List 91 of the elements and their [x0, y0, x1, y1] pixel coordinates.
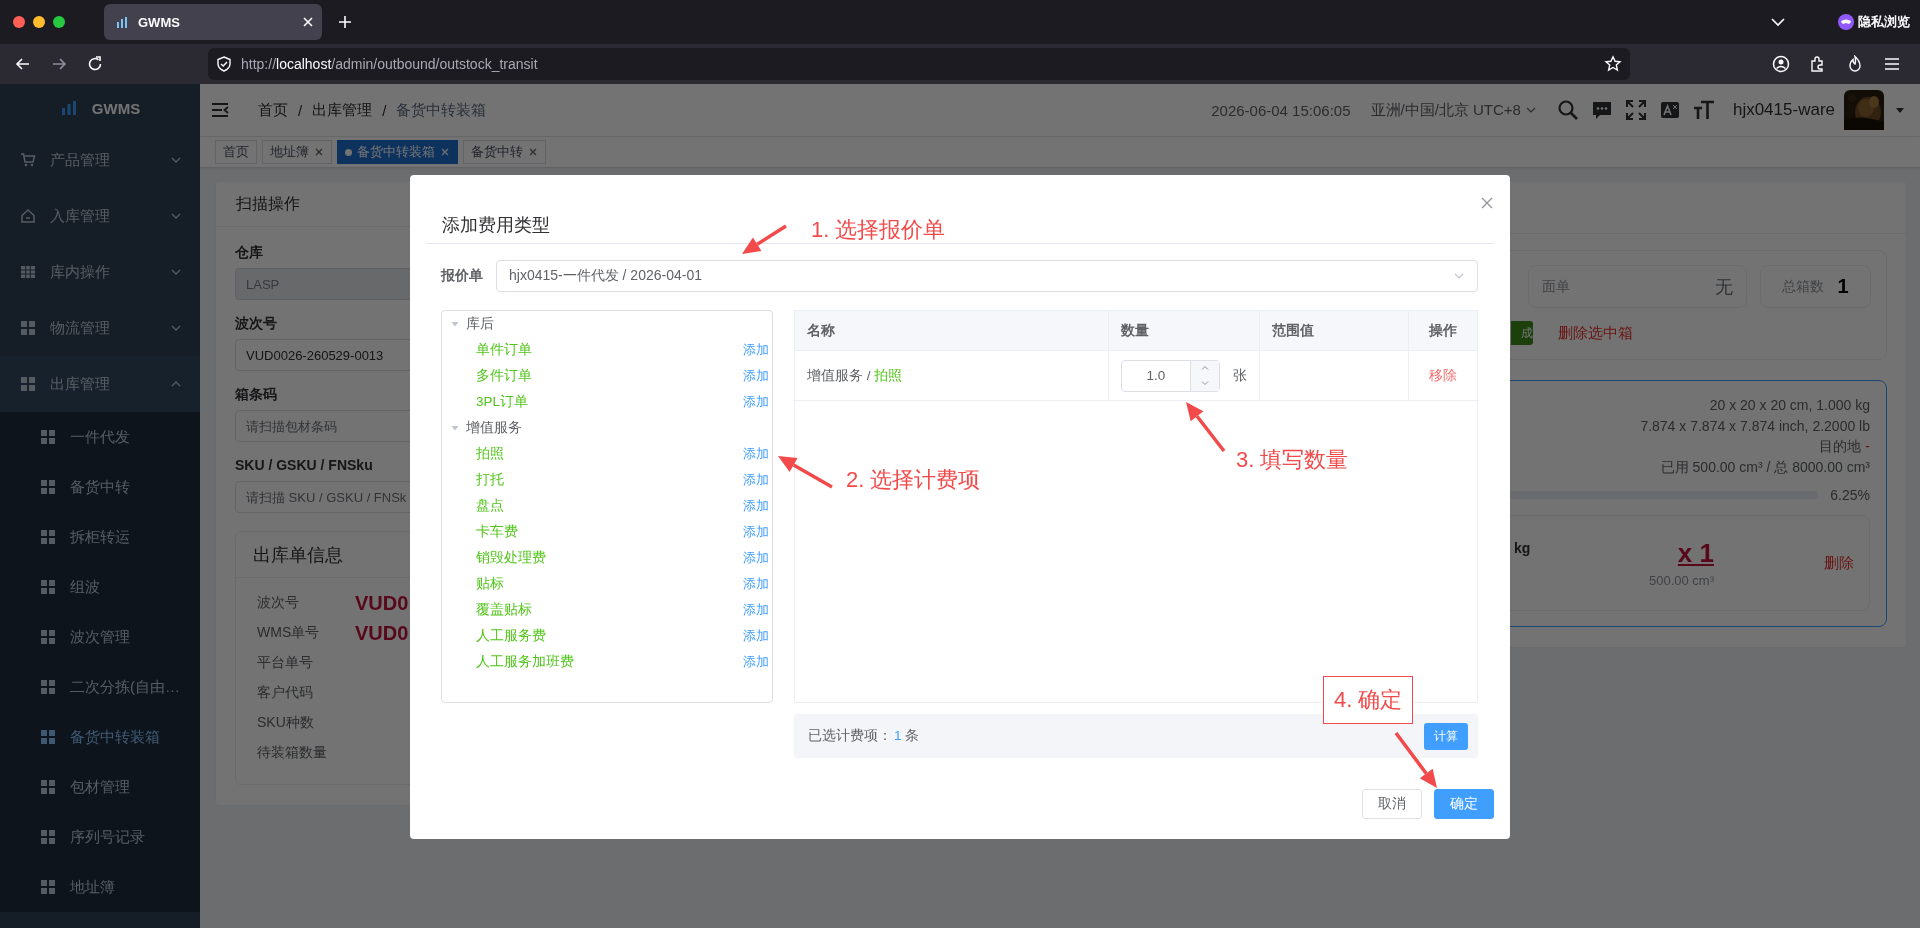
info-value: VUD0 — [355, 591, 409, 615]
add-link[interactable]: 添加 — [743, 601, 769, 619]
summary-text: 已选计费项：1 条 — [808, 727, 920, 745]
destination: 目的地 - — [1818, 437, 1870, 456]
info-label: 客户代码 — [257, 684, 314, 702]
complete-button[interactable]: 成 — [1511, 321, 1533, 345]
add-link[interactable]: 添加 — [743, 341, 769, 359]
menu-item[interactable]: 波次管理 — [0, 612, 200, 662]
table-cell: 增值服务 / 拍照 — [795, 351, 1109, 400]
add-link[interactable]: 添加 — [743, 627, 769, 645]
add-link[interactable]: 添加 — [743, 653, 769, 671]
column-header: 范围值 — [1260, 311, 1409, 350]
cancel-button[interactable]: 取消 — [1362, 789, 1422, 819]
info-value: VUD0 — [355, 621, 409, 645]
tab[interactable]: 备货中转 — [463, 140, 546, 164]
field-label: 箱条码 — [235, 385, 277, 403]
tree-node[interactable]: 销毁处理费 — [476, 549, 546, 567]
add-link[interactable]: 添加 — [743, 367, 769, 385]
quantity-value[interactable]: x 1 — [1677, 538, 1714, 569]
add-link[interactable]: 添加 — [743, 549, 769, 567]
tree-node[interactable]: 库后 — [442, 311, 772, 337]
add-link[interactable]: 添加 — [743, 393, 769, 411]
tree-node[interactable]: 增值服务 — [442, 415, 772, 441]
column-header: 数量 — [1109, 311, 1260, 350]
add-link[interactable]: 添加 — [743, 575, 769, 593]
add-link[interactable]: 添加 — [743, 523, 769, 541]
info-label: 平台单号 — [257, 654, 314, 672]
menu-item[interactable]: 备货中转 — [0, 462, 200, 512]
delete-link[interactable]: 删除 — [1824, 553, 1854, 573]
unit-label: 张 — [1233, 366, 1247, 385]
breadcrumb-item[interactable]: 首页 — [258, 100, 288, 120]
menu-item[interactable]: 序列号记录 — [0, 812, 200, 862]
user-name[interactable]: hjx0415-ware — [1732, 100, 1835, 120]
box-spec: 20 x 20 x 20 cm, 1.000 kg — [1708, 396, 1870, 415]
tree-node[interactable]: 人工服务加班费 — [476, 653, 574, 671]
column-header: 操作 — [1428, 321, 1458, 340]
tab[interactable]: 首页 — [215, 140, 257, 164]
menu-item[interactable]: 二次分拣(自由… — [0, 662, 200, 712]
info-label: 波次号 — [257, 594, 300, 612]
breadcrumb-separator: / — [382, 101, 387, 119]
tree-node[interactable]: 多件订单 — [476, 367, 532, 385]
add-link[interactable]: 添加 — [743, 445, 769, 463]
field-label: 报价单 — [441, 267, 484, 285]
box-spec: 7.874 x 7.874 x 7.874 inch, 2.2000 lb — [1639, 416, 1870, 436]
menu-item[interactable]: 库内操作 — [0, 244, 200, 300]
annotation-label: 2. 选择计费项 — [846, 466, 981, 494]
calculate-button[interactable]: 计算 — [1424, 722, 1468, 750]
address-bar[interactable]: http://localhost/admin/outbound/outstock_transit — [208, 48, 1630, 80]
add-link[interactable]: 添加 — [743, 497, 769, 515]
quote-select[interactable]: hjx0415-一件代发 / 2026-04-01 — [496, 260, 1478, 292]
weight-label: kg — [1514, 540, 1531, 556]
menu-item[interactable]: 拆柜转运 — [0, 512, 200, 562]
tab[interactable]: 地址簿 — [262, 140, 332, 164]
percent-label: 6.25% — [1830, 487, 1870, 503]
annotation-label: 1. 选择报价单 — [811, 216, 946, 244]
tree-node[interactable]: 3PL订单 — [476, 393, 529, 411]
add-link[interactable]: 添加 — [743, 471, 769, 489]
menu-item[interactable]: 备货中转装箱 — [0, 712, 200, 762]
menu-item[interactable]: 地址簿 — [0, 862, 200, 912]
field-value: 1 — [1837, 275, 1849, 298]
volume-usage: 已用 500.00 cm³ / 总 8000.00 cm³ — [1659, 457, 1870, 477]
field-value: 无 — [1715, 275, 1733, 299]
tree-node[interactable]: 拍照 — [476, 445, 504, 463]
tree-node[interactable]: 覆盖贴标 — [476, 601, 532, 619]
info-label: SKU种数 — [257, 714, 315, 732]
breadcrumb-separator: / — [298, 101, 303, 119]
menu-item[interactable]: 组波 — [0, 562, 200, 612]
browser-tab[interactable]: GWMS — [104, 4, 322, 40]
tree-node[interactable]: 人工服务费 — [476, 627, 546, 645]
breadcrumb-item: 备货中转装箱 — [396, 100, 487, 120]
tree-node[interactable]: 单件订单 — [476, 341, 532, 359]
timezone-select[interactable]: 亚洲/中国/北京 UTC+8 — [1370, 100, 1537, 120]
delete-link[interactable]: 删除选中箱 — [1558, 323, 1633, 343]
private-label: 隐私浏览 — [1858, 13, 1910, 31]
breadcrumb-item[interactable]: 出库管理 — [312, 100, 373, 120]
column-header: 名称 — [795, 311, 1109, 350]
annotation-label: 3. 填写数量 — [1236, 446, 1349, 474]
tree-node[interactable]: 贴标 — [476, 575, 504, 593]
tab[interactable]: 备货中转装箱 — [337, 140, 458, 164]
info-label: WMS单号 — [257, 624, 321, 642]
confirm-button[interactable]: 确定 — [1434, 789, 1494, 819]
tree-node[interactable]: 盘点 — [476, 497, 504, 515]
field-label: 仓库 — [235, 243, 263, 261]
annotation-label: 4. 确定 — [1323, 676, 1414, 724]
info-label: 待装箱数量 — [257, 744, 328, 762]
date-time: 2026-06-04 15:06:05 — [1211, 101, 1351, 119]
tree-node[interactable]: 打托 — [476, 471, 504, 489]
field-label: SKU / GSKU / FNSku — [235, 456, 373, 474]
menu-item[interactable]: 包材管理 — [0, 762, 200, 812]
app-logo: GWMS — [91, 99, 141, 117]
field-label: 波次号 — [235, 314, 277, 332]
